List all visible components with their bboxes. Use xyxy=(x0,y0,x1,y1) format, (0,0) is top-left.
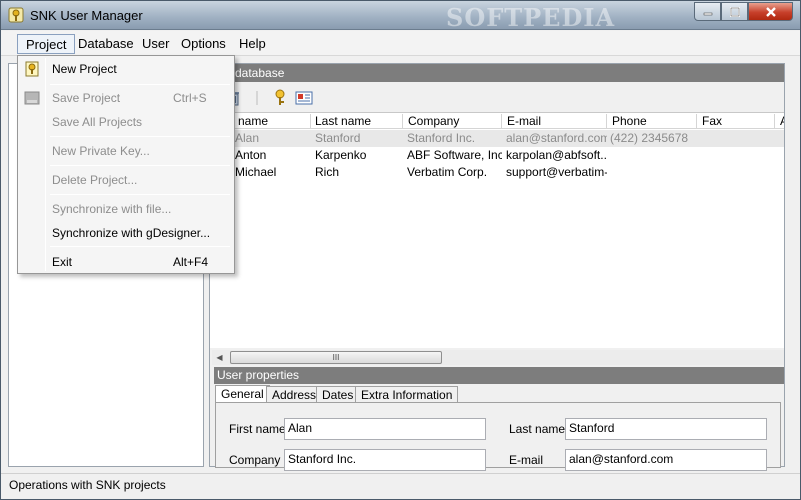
menu-separator xyxy=(50,194,230,195)
email-label: E-mail xyxy=(509,453,544,467)
menu-item-save-all-projects[interactable]: Save All Projects xyxy=(20,111,232,133)
grid-header: name Last name Company E-mail Phone Fax … xyxy=(210,113,784,129)
new-project-icon xyxy=(25,61,39,77)
key-icon[interactable] xyxy=(270,88,290,108)
database-panel-header: database xyxy=(210,64,784,82)
card-icon[interactable] xyxy=(294,88,314,108)
menu-item-label: New Project xyxy=(52,62,117,76)
last-name-field[interactable]: Stanford xyxy=(565,418,767,440)
save-icon xyxy=(24,91,40,105)
close-button[interactable] xyxy=(748,2,793,21)
menu-separator xyxy=(50,136,230,137)
cell-company: Stanford Inc. xyxy=(407,131,476,145)
column-header-last-name[interactable]: Last name xyxy=(312,114,403,129)
tab-dates[interactable]: Dates xyxy=(316,386,360,403)
database-panel: database name Last name Company E-mail P… xyxy=(209,63,785,471)
menu-item-synchronize-with-gdesigner[interactable]: Synchronize with gDesigner... xyxy=(20,222,232,244)
menu-item-synchronize-with-file[interactable]: Synchronize with file... xyxy=(20,198,232,220)
table-row[interactable]: Alan Stanford Stanford Inc. alan@stanfor… xyxy=(210,130,784,147)
cell-last-name: Karpenko xyxy=(315,148,367,162)
column-header-extra[interactable]: A xyxy=(777,114,784,129)
maximize-button[interactable] xyxy=(721,2,748,21)
table-row[interactable]: Anton Karpenko ABF Software, Inc. karpol… xyxy=(210,147,784,164)
menu-item-new-private-key[interactable]: New Private Key... xyxy=(20,140,232,162)
last-name-label: Last name xyxy=(509,422,566,436)
column-header-phone[interactable]: Phone xyxy=(609,114,697,129)
column-header-email[interactable]: E-mail xyxy=(504,114,607,129)
minimize-icon xyxy=(703,12,712,15)
table-row[interactable]: Michael Rich Verbatim Corp. support@verb… xyxy=(210,164,784,181)
menu-separator xyxy=(50,84,230,85)
first-name-label: First name xyxy=(229,422,286,436)
project-menu: New Project Save Project Ctrl+S Save All… xyxy=(17,55,235,274)
company-field[interactable]: Stanford Inc. xyxy=(284,449,486,471)
menu-bar: Project Database User Options Help xyxy=(1,31,800,56)
menu-item-save-project[interactable]: Save Project Ctrl+S xyxy=(20,87,232,109)
menu-options[interactable]: Options xyxy=(173,34,234,54)
user-properties-header: User properties xyxy=(214,367,784,384)
app-window: SNK User Manager SOFTPEDIA Project Datab… xyxy=(0,0,801,500)
users-toolbar xyxy=(210,84,784,112)
cell-phone: (422) 2345678 xyxy=(610,131,689,145)
cell-first-name: Alan xyxy=(235,131,260,145)
menu-item-new-project[interactable]: New Project xyxy=(20,58,232,80)
scroll-left-icon[interactable]: ◀ xyxy=(212,350,227,365)
menu-separator xyxy=(50,246,230,247)
scrollbar-thumb[interactable]: III xyxy=(230,351,442,364)
horizontal-scrollbar[interactable]: ◀ III xyxy=(212,350,784,365)
cell-company: Verbatim Corp. xyxy=(407,165,488,179)
menu-item-delete-project[interactable]: Delete Project... xyxy=(20,169,232,191)
menu-item-label: New Private Key... xyxy=(52,144,150,158)
menu-item-label: Delete Project... xyxy=(52,173,138,187)
menu-item-label: Synchronize with gDesigner... xyxy=(52,226,211,240)
minimize-button[interactable] xyxy=(694,2,721,21)
menu-item-label: Synchronize with file... xyxy=(52,202,172,216)
maximize-icon xyxy=(729,6,740,17)
window-title: SNK User Manager xyxy=(30,8,143,23)
cell-last-name: Rich xyxy=(315,165,340,179)
menu-item-shortcut: Alt+F4 xyxy=(173,255,209,269)
app-icon xyxy=(8,7,24,23)
cell-first-name: Anton xyxy=(235,148,267,162)
first-name-field[interactable]: Alan xyxy=(284,418,486,440)
menu-item-label: Save All Projects xyxy=(52,115,143,129)
watermark-text: SOFTPEDIA xyxy=(446,3,616,32)
menu-item-label: Save Project xyxy=(52,91,121,105)
column-header-fax[interactable]: Fax xyxy=(699,114,775,129)
tab-extra-information[interactable]: Extra Information xyxy=(355,386,459,403)
general-tab-page: First name Alan Last name Stanford Compa… xyxy=(215,402,781,471)
cell-email: alan@stanford.com xyxy=(506,131,607,145)
cell-email: support@verbatim-... xyxy=(506,165,607,179)
menu-database[interactable]: Database xyxy=(70,34,142,54)
column-header-company[interactable]: Company xyxy=(405,114,502,129)
status-text: Operations with SNK projects xyxy=(9,478,166,492)
users-grid[interactable]: name Last name Company E-mail Phone Fax … xyxy=(210,112,784,348)
title-bar[interactable]: SNK User Manager SOFTPEDIA xyxy=(1,1,800,32)
separator-icon xyxy=(256,91,258,105)
cell-company: ABF Software, Inc. xyxy=(407,148,502,162)
company-label: Company xyxy=(229,453,281,467)
menu-user[interactable]: User xyxy=(134,34,177,54)
menu-item-shortcut: Ctrl+S xyxy=(173,91,207,105)
status-bar: Operations with SNK projects xyxy=(1,473,800,499)
menu-item-exit[interactable]: Exit Alt+F4 xyxy=(20,251,232,273)
menu-project[interactable]: Project xyxy=(17,34,76,54)
menu-separator xyxy=(50,165,230,166)
close-icon xyxy=(765,6,776,17)
tab-address[interactable]: Address xyxy=(266,386,323,403)
cell-first-name: Michael xyxy=(235,165,277,179)
email-field[interactable]: alan@stanford.com xyxy=(565,449,767,471)
cell-last-name: Stanford xyxy=(315,131,361,145)
cell-email: karpolan@abfsoft... xyxy=(506,148,607,162)
menu-help[interactable]: Help xyxy=(231,34,274,54)
menu-item-label: Exit xyxy=(52,255,73,269)
column-header-first-name[interactable]: name xyxy=(235,114,311,129)
